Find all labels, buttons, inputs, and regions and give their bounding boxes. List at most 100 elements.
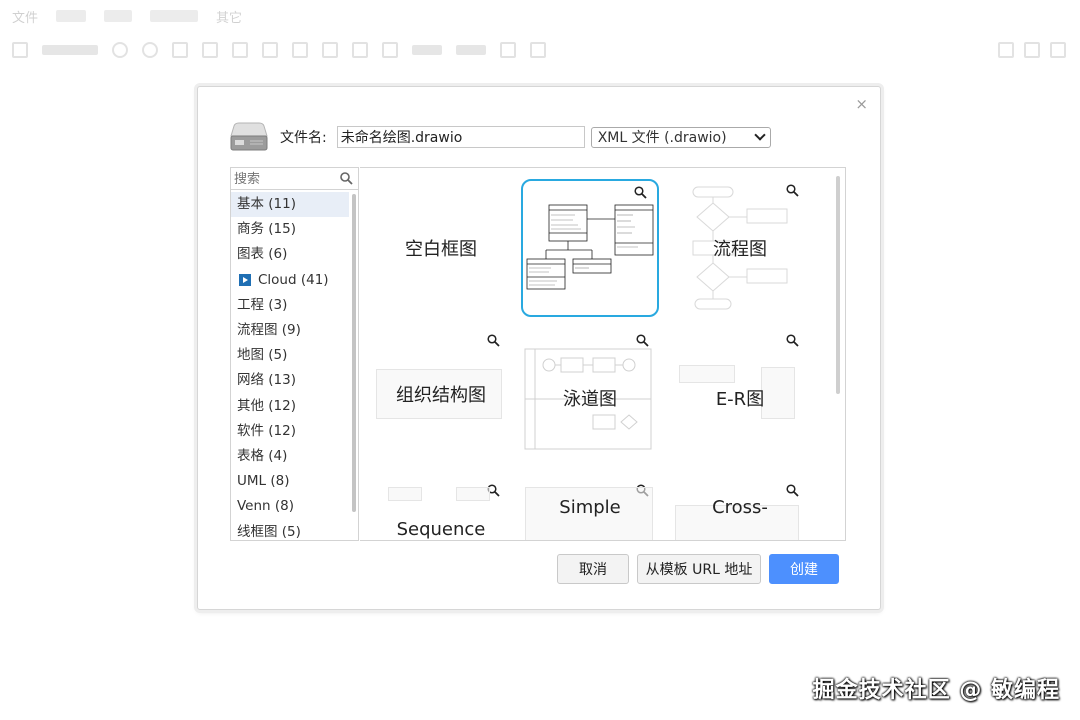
template-label: Cross- xyxy=(712,497,768,518)
category-label: 其他 (12) xyxy=(237,397,297,414)
magnifier-icon[interactable] xyxy=(487,334,500,347)
category-sidebar: 基本 (11) 商务 (15) 图表 (6) Cloud (41) 工程 (3)… xyxy=(230,167,359,541)
undo-icon[interactable] xyxy=(172,42,188,58)
to-back-icon[interactable] xyxy=(292,42,308,58)
sequence-lifeline xyxy=(388,487,422,501)
toolbar-right xyxy=(998,42,1066,58)
template-url-button[interactable]: 从模板 URL 地址 xyxy=(637,554,761,584)
connection-icon[interactable] xyxy=(412,45,442,55)
table-icon[interactable] xyxy=(530,42,546,58)
filename-row: 文件名: XML 文件 (.drawio) xyxy=(230,122,771,152)
line-color-icon[interactable] xyxy=(352,42,368,58)
delete-icon[interactable] xyxy=(232,42,248,58)
search-input[interactable] xyxy=(231,169,331,190)
category-label: 软件 (12) xyxy=(237,422,297,439)
category-item-charts[interactable]: 图表 (6) xyxy=(231,242,349,267)
menu-file[interactable]: 文件 xyxy=(12,7,38,26)
template-er-diagram[interactable]: E-R图 xyxy=(671,329,809,467)
menu-arrange[interactable] xyxy=(150,10,199,22)
template-simple[interactable]: Simple xyxy=(521,479,659,540)
category-label: 线框图 (5) xyxy=(237,523,301,540)
category-item-engineering[interactable]: 工程 (3) xyxy=(231,293,349,318)
category-label: 图表 (6) xyxy=(237,246,288,263)
template-label: 泳道图 xyxy=(563,389,617,410)
menu-other[interactable]: 其它 xyxy=(216,7,242,26)
filename-label: 文件名: xyxy=(280,130,327,146)
collapse-icon[interactable] xyxy=(1050,42,1066,58)
category-item-software[interactable]: 软件 (12) xyxy=(231,419,349,444)
pages-icon[interactable] xyxy=(12,42,28,58)
template-blank[interactable]: 空白框图 xyxy=(372,179,510,317)
category-item-maps[interactable]: 地图 (5) xyxy=(231,343,349,368)
category-item-wireframes[interactable]: 线框图 (5) xyxy=(231,519,349,540)
zoom-select[interactable] xyxy=(42,45,98,55)
drive-icon xyxy=(230,122,268,151)
menu-edit[interactable] xyxy=(56,10,87,22)
category-label: Cloud (41) xyxy=(258,271,329,288)
fullscreen-icon[interactable] xyxy=(998,42,1014,58)
category-label: 地图 (5) xyxy=(237,347,288,364)
template-label: Sequence xyxy=(396,519,486,540)
zoom-in-icon[interactable] xyxy=(112,42,128,58)
watermark: 掘金技术社区 @ 敏编程 xyxy=(812,678,1060,703)
sidebar-scrollbar[interactable] xyxy=(352,194,356,512)
category-item-venn[interactable]: Venn (8) xyxy=(231,494,349,519)
create-button[interactable]: 创建 xyxy=(769,554,839,584)
template-label: Simple xyxy=(559,497,621,518)
sequence-lifeline xyxy=(456,487,490,501)
category-label: 流程图 (9) xyxy=(237,322,301,339)
magnifier-icon[interactable] xyxy=(786,334,799,347)
toolbar xyxy=(0,34,1080,66)
close-icon[interactable]: × xyxy=(855,97,868,112)
redo-icon[interactable] xyxy=(202,42,218,58)
category-label: 商务 (15) xyxy=(237,221,297,238)
format-select-value: XML 文件 (.drawio) xyxy=(597,130,727,146)
to-front-icon[interactable] xyxy=(262,42,278,58)
template-label: 流程图 xyxy=(713,239,767,260)
category-label: 表格 (4) xyxy=(237,447,288,464)
shadow-icon[interactable] xyxy=(382,42,398,58)
menu-bar: 文件 其它 xyxy=(0,0,1080,32)
category-label: 工程 (3) xyxy=(237,296,288,313)
grid-scrollbar[interactable] xyxy=(836,176,840,394)
template-uml-class[interactable] xyxy=(521,179,659,317)
search-box xyxy=(231,168,358,190)
template-label: 组织结构图 xyxy=(396,385,486,406)
template-cross-functional[interactable]: Cross- xyxy=(671,479,809,540)
format-select[interactable]: XML 文件 (.drawio) xyxy=(590,126,771,148)
er-entity xyxy=(679,365,735,383)
template-flowchart[interactable]: 流程图 xyxy=(671,179,809,317)
category-item-other[interactable]: 其他 (12) xyxy=(231,394,349,419)
waypoints-icon[interactable] xyxy=(456,45,486,55)
category-item-network[interactable]: 网络 (13) xyxy=(231,368,349,393)
category-item-flowchart[interactable]: 流程图 (9) xyxy=(231,318,349,343)
template-label: 空白框图 xyxy=(405,239,477,260)
template-sequence[interactable]: Sequence xyxy=(372,479,510,540)
category-item-business[interactable]: 商务 (15) xyxy=(231,217,349,242)
filename-input[interactable] xyxy=(336,126,585,148)
template-org-chart[interactable]: 组织结构图 xyxy=(372,329,510,467)
category-label: 基本 (11) xyxy=(237,196,297,213)
category-list: 基本 (11) 商务 (15) 图表 (6) Cloud (41) 工程 (3)… xyxy=(231,192,349,540)
category-item-uml[interactable]: UML (8) xyxy=(231,469,349,494)
category-item-tables[interactable]: 表格 (4) xyxy=(231,444,349,469)
search-icon[interactable] xyxy=(340,172,353,185)
category-label: 网络 (13) xyxy=(237,372,297,389)
fill-color-icon[interactable] xyxy=(322,42,338,58)
template-label: E-R图 xyxy=(715,389,765,410)
category-item-basic[interactable]: 基本 (11) xyxy=(231,192,349,218)
template-swimlane[interactable]: 泳道图 xyxy=(521,329,659,467)
format-panel-icon[interactable] xyxy=(1024,42,1040,58)
category-label: UML (8) xyxy=(237,473,290,490)
insert-icon[interactable] xyxy=(500,42,516,58)
magnifier-icon[interactable] xyxy=(786,484,799,497)
expand-icon[interactable] xyxy=(239,274,251,287)
cancel-button[interactable]: 取消 xyxy=(557,554,629,584)
category-label: Venn (8) xyxy=(237,498,295,515)
zoom-out-icon[interactable] xyxy=(142,42,158,58)
new-diagram-dialog: × 文件名: XML 文件 (.drawio) 基本 (11) 商务 (15) xyxy=(197,86,881,610)
category-item-cloud[interactable]: Cloud (41) xyxy=(231,268,349,293)
uml-class-thumbnail xyxy=(526,204,654,290)
menu-view[interactable] xyxy=(104,10,133,22)
template-grid: 空白框图 流程图 组织结构图 泳道图 E-R图 Sequence Simple … xyxy=(360,167,846,541)
